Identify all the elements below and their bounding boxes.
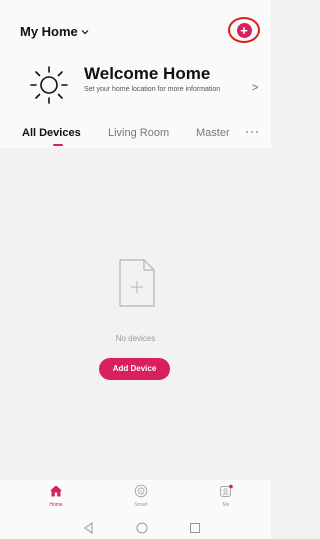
- device-list-area: No devices Add Device: [0, 148, 271, 480]
- recents-icon[interactable]: [188, 521, 202, 535]
- more-tabs-icon[interactable]: ···: [245, 124, 260, 138]
- bottom-nav: Home Smart Me: [0, 480, 271, 516]
- chevron-right-icon: >: [252, 82, 259, 94]
- home-selector-label: My Home: [20, 24, 78, 39]
- add-highlight-circle: +: [228, 17, 260, 43]
- tab-living-room[interactable]: Living Room: [108, 127, 169, 139]
- home-selector[interactable]: My Home: [20, 24, 89, 39]
- room-tabs: All Devices Living Room Master ···: [0, 116, 271, 148]
- active-tab-indicator: [53, 144, 63, 146]
- tab-master[interactable]: Master: [196, 127, 230, 139]
- smart-icon: [134, 484, 148, 498]
- add-device-button[interactable]: Add Device: [99, 358, 170, 380]
- empty-state-text: No devices: [115, 334, 156, 343]
- plus-circle-icon[interactable]: +: [236, 22, 252, 38]
- system-navigation-bar: [0, 516, 271, 539]
- welcome-banner[interactable]: Welcome Home Set your home location for …: [0, 56, 271, 116]
- nav-smart-label: Smart: [134, 502, 148, 508]
- nav-me-label: Me: [222, 502, 230, 508]
- welcome-subtitle: Set your home location for more informat…: [84, 86, 221, 93]
- sun-icon: [30, 66, 68, 104]
- me-icon: [220, 484, 233, 497]
- chevron-down-icon: [81, 29, 89, 34]
- tab-all-devices[interactable]: All Devices: [22, 127, 81, 139]
- nav-home[interactable]: Home: [36, 484, 76, 508]
- home-icon: [50, 485, 62, 497]
- nav-smart[interactable]: Smart: [121, 484, 161, 508]
- nav-home-label: Home: [49, 502, 63, 508]
- welcome-title: Welcome Home: [84, 64, 211, 83]
- nav-me[interactable]: Me: [206, 484, 246, 508]
- back-icon[interactable]: [82, 521, 96, 535]
- home-circle-icon[interactable]: [135, 521, 149, 535]
- empty-document-icon: [119, 259, 155, 307]
- top-bar: My Home +: [0, 0, 271, 56]
